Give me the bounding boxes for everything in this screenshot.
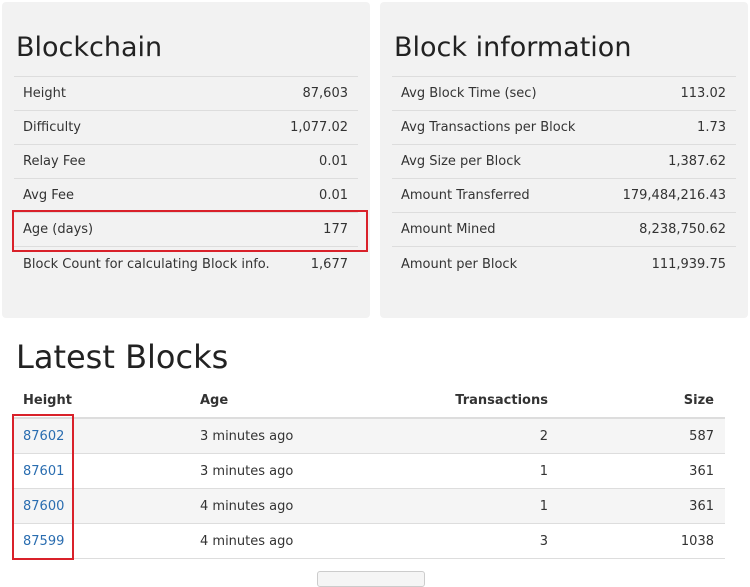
cell-age: 4 minutes ago [189, 488, 389, 524]
stat-row-amount-per-block: Amount per Block 111,939.75 [392, 247, 736, 281]
stat-label: Difficulty [23, 120, 81, 135]
column-header-age: Age [189, 384, 389, 419]
table-row: 87600 4 minutes ago 1 361 [12, 488, 725, 524]
block-height-link[interactable]: 87601 [23, 464, 64, 479]
cell-age: 3 minutes ago [189, 453, 389, 489]
stat-row-avg-size: Avg Size per Block 1,387.62 [392, 145, 736, 179]
cell-size: 587 [559, 418, 725, 454]
table-header-row: Height Age Transactions Size [12, 384, 725, 419]
stat-row-avg-block-time: Avg Block Time (sec) 113.02 [392, 77, 736, 111]
stat-row-age-days: Age (days) 177 [14, 213, 358, 247]
stat-label: Age (days) [23, 222, 94, 237]
stat-value: 1,387.62 [668, 154, 726, 169]
stat-label: Height [23, 86, 66, 101]
stat-value: 1.73 [697, 120, 726, 135]
stat-label: Amount Mined [401, 222, 496, 237]
stat-value: 0.01 [319, 154, 348, 169]
stat-value: 179,484,216.43 [622, 188, 726, 203]
load-more-button[interactable] [317, 571, 425, 587]
cell-transactions: 3 [389, 523, 559, 559]
table-row: 87601 3 minutes ago 1 361 [12, 453, 725, 489]
block-information-stats: Avg Block Time (sec) 113.02 Avg Transact… [392, 76, 736, 281]
cell-size: 1038 [559, 523, 725, 559]
stat-row-block-count: Block Count for calculating Block info. … [14, 247, 358, 281]
block-information-panel: Block information Avg Block Time (sec) 1… [380, 2, 748, 318]
column-header-transactions: Transactions [389, 384, 559, 419]
cell-height: 87600 [12, 488, 189, 524]
stat-value: 1,677 [310, 256, 348, 272]
stat-value: 113.02 [680, 86, 727, 101]
stat-label: Avg Fee [23, 188, 74, 203]
block-height-link[interactable]: 87602 [23, 429, 64, 444]
table-row: 87599 4 minutes ago 3 1038 [12, 523, 725, 559]
stat-value: 1,077.02 [290, 120, 348, 135]
stat-row-difficulty: Difficulty 1,077.02 [14, 111, 358, 145]
cell-transactions: 2 [389, 418, 559, 454]
cell-age: 3 minutes ago [189, 418, 389, 454]
stat-value: 0.01 [319, 188, 348, 203]
block-height-link[interactable]: 87599 [23, 534, 64, 549]
stat-label: Avg Block Time (sec) [401, 86, 537, 101]
block-height-link[interactable]: 87600 [23, 499, 64, 514]
stat-row-relay-fee: Relay Fee 0.01 [14, 145, 358, 179]
table-row: 87602 3 minutes ago 2 587 [12, 418, 725, 454]
blockchain-stats: Height 87,603 Difficulty 1,077.02 Relay … [14, 76, 358, 281]
cell-height: 87602 [12, 418, 189, 454]
stat-label: Amount Transferred [401, 188, 530, 203]
stat-value: 8,238,750.62 [639, 222, 726, 237]
cell-height: 87601 [12, 453, 189, 489]
stat-row-avg-transactions: Avg Transactions per Block 1.73 [392, 111, 736, 145]
column-header-height: Height [12, 384, 189, 419]
column-header-size: Size [559, 384, 725, 419]
stat-label: Relay Fee [23, 154, 86, 169]
stat-row-amount-mined: Amount Mined 8,238,750.62 [392, 213, 736, 247]
blockchain-title: Blockchain [16, 32, 163, 63]
stat-label: Avg Transactions per Block [401, 120, 576, 135]
stat-label: Avg Size per Block [401, 154, 521, 169]
latest-blocks-table: Height Age Transactions Size 87602 3 min… [12, 384, 725, 559]
cell-size: 361 [559, 488, 725, 524]
cell-age: 4 minutes ago [189, 523, 389, 559]
block-information-title: Block information [394, 32, 632, 63]
stat-value: 111,939.75 [651, 256, 726, 272]
stat-row-avg-fee: Avg Fee 0.01 [14, 179, 358, 213]
cell-transactions: 1 [389, 488, 559, 524]
latest-blocks-title: Latest Blocks [16, 338, 229, 376]
stat-row-height: Height 87,603 [14, 77, 358, 111]
stat-label: Amount per Block [401, 256, 518, 272]
cell-height: 87599 [12, 523, 189, 559]
stat-label: Block Count for calculating Block info. [23, 256, 270, 272]
blockchain-panel: Blockchain Height 87,603 Difficulty 1,07… [2, 2, 370, 318]
stat-value: 87,603 [302, 86, 349, 101]
cell-transactions: 1 [389, 453, 559, 489]
stat-row-amount-transferred: Amount Transferred 179,484,216.43 [392, 179, 736, 213]
stat-value: 177 [323, 222, 348, 237]
cell-size: 361 [559, 453, 725, 489]
